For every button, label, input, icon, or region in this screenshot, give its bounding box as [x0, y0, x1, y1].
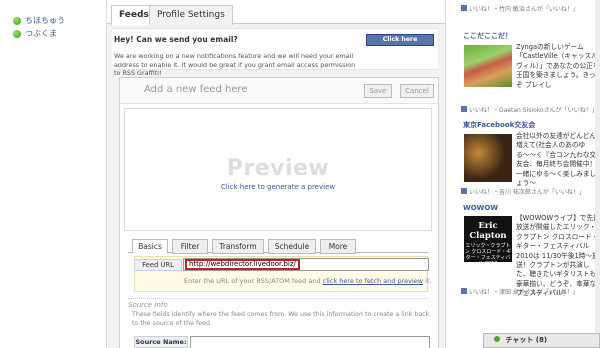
preview-title: Preview	[226, 156, 330, 181]
cancel-button[interactable]: Cancel	[400, 84, 434, 98]
email-permission-notice: Hey! Can we send you email? We are worki…	[112, 28, 438, 77]
tab-profile-settings[interactable]: Profile Settings	[149, 5, 233, 25]
online-status-icon	[13, 29, 21, 38]
source-info-description: These fields identify where the feed com…	[132, 311, 430, 327]
eric-clapton-image[interactable]: Eric Clapton エリック・クラプトン クロスロード・ギター・フェスティ…	[464, 216, 512, 267]
hint-text: Enter the URL of your RSS/ATOM feed and	[184, 277, 321, 285]
like-icon	[461, 5, 467, 11]
tab-schedule[interactable]: Schedule	[268, 239, 316, 254]
online-status-icon	[494, 336, 500, 342]
preview-area: Preview Click here to generate a preview	[124, 108, 432, 231]
tab-basics[interactable]: Basics	[132, 239, 168, 254]
tab-more[interactable]: More	[320, 239, 356, 254]
generate-preview-link[interactable]: Click here to generate a preview	[125, 183, 431, 191]
source-name-input[interactable]	[190, 336, 430, 348]
friend-name: つぶくま	[25, 29, 57, 38]
friend-item[interactable]: ちほちゅう	[0, 14, 106, 27]
hint-suffix: it.	[425, 277, 432, 285]
ad-card[interactable]: 会社以外の友達がどんどん増えて(社会人のあのゆる〜〜く『合コン九わな交友会、毎月…	[449, 130, 600, 192]
left-sidebar: ちほちゅう つぶくま	[0, 0, 106, 348]
panel-title: Add a new feed here	[144, 84, 248, 95]
friend-item[interactable]: つぶくま	[0, 27, 106, 40]
top-tabs: Feeds Profile Settings	[107, 0, 445, 25]
notice-body: We are working on a new notifications fe…	[114, 52, 356, 78]
fetch-preview-link[interactable]: click here to fetch and preview	[323, 277, 423, 285]
notice-heading: Hey! Can we send you email?	[114, 35, 238, 44]
panel-scrollbar[interactable]	[440, 77, 445, 348]
ad-text: 【WOWOWライブ】で先日放送が開催したエリック・クラプトン クロスロード・ギタ…	[516, 214, 600, 297]
like-line[interactable]: いいね！・竹内 敏治さんが「いいね！」	[449, 3, 600, 13]
add-feed-panel: Add a new feed here Save Cancel Preview …	[119, 77, 439, 348]
online-status-icon	[13, 16, 21, 25]
ad-title[interactable]: ここだここだ！	[449, 31, 600, 41]
friend-name: ちほちゅう	[25, 16, 65, 25]
party-photo-image[interactable]	[464, 134, 512, 182]
authorize-button[interactable]: Click here authorize	[366, 34, 434, 53]
save-button[interactable]: Save	[364, 84, 392, 98]
ad-card[interactable]: Eric Clapton エリック・クラプトン クロスロード・ギター・フェスティ…	[449, 212, 600, 297]
tab-filter[interactable]: Filter	[172, 239, 208, 254]
feed-url-input[interactable]: http://webdirector.livedoor.biz/	[183, 258, 429, 271]
ad-text: 会社以外の友達がどんどん増えて(社会人のあのゆる〜〜く『合コン九わな交友会、毎月…	[516, 132, 597, 187]
feed-url-label: Feed URL	[134, 259, 182, 271]
clapton-subtitle: エリック・クラプトン クロスロード・ギター・フェスティバル 2010	[464, 243, 512, 267]
feed-url-value: http://webdirector.livedoor.biz/	[185, 259, 300, 270]
right-column: いいね！・竹内 敏治さんが「いいね！」 ここだここだ！ Zyngaの新しいゲーム…	[449, 0, 600, 348]
like-text: いいね！・竹内 敏治さんが「いいね！」	[469, 5, 579, 13]
source-info-heading: Source Info	[128, 298, 428, 309]
clapton-name: Eric Clapton	[469, 221, 507, 241]
feed-settings-tabs: Basics Filter Transform Schedule More	[128, 238, 428, 254]
castle-game-image[interactable]	[464, 45, 512, 87]
chat-label: チャット (8)	[505, 336, 548, 344]
ad-title[interactable]: WOWOW	[449, 204, 600, 212]
tab-transform[interactable]: Transform	[212, 239, 264, 254]
source-name-label: Source Name:	[134, 336, 188, 348]
page-scrollbar[interactable]	[595, 0, 600, 348]
feed-url-hint: Enter the URL of your RSS/ATOM feed and …	[184, 277, 432, 285]
ad-card[interactable]: Zyngaの新しいゲーム「CastleVille（キャッスルヴィル）」であなたの…	[449, 41, 600, 114]
ad-text: Zyngaの新しいゲーム「CastleVille（キャッスルヴィル）」であなたの…	[516, 43, 600, 89]
panel-header: Add a new feed here Save Cancel	[120, 78, 438, 104]
chat-bar[interactable]: チャット (8)	[483, 333, 600, 348]
ad-title[interactable]: 東京Facebook交友会	[449, 120, 600, 130]
